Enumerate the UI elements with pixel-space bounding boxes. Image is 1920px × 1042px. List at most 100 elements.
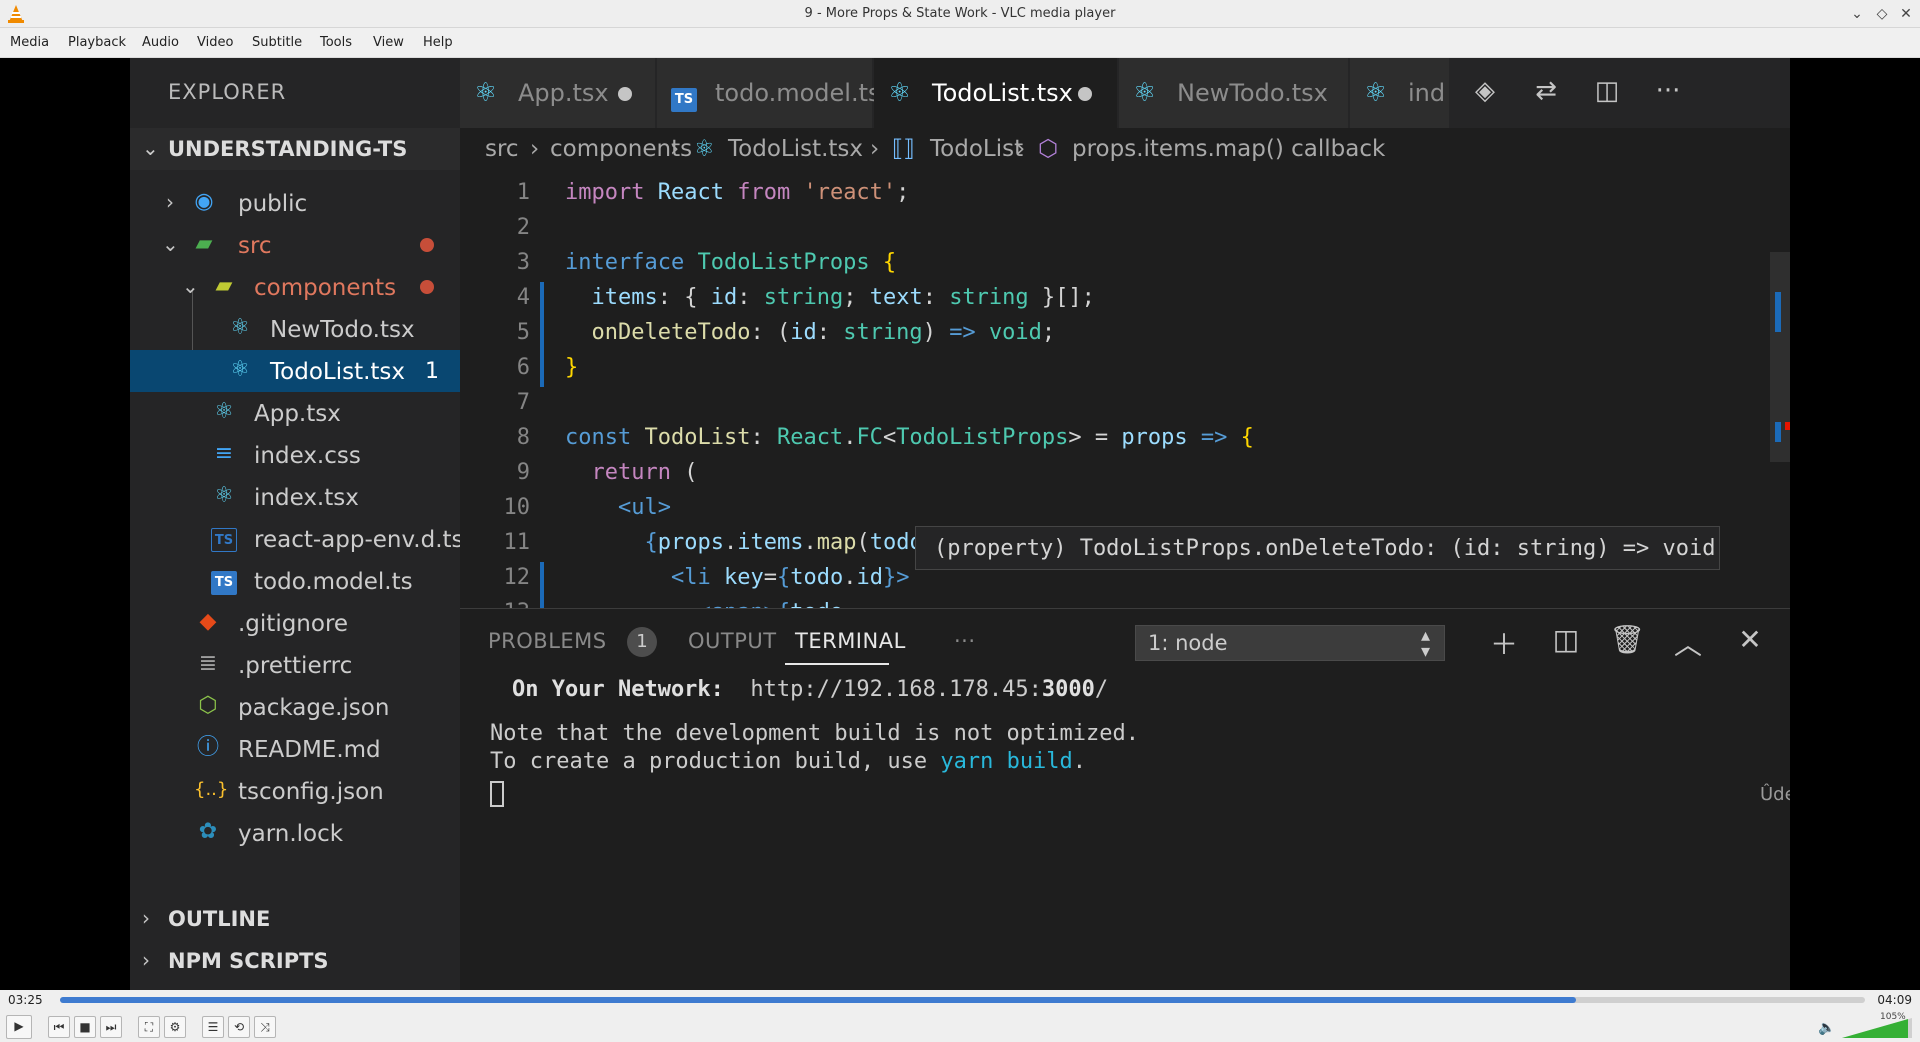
tree-item-src[interactable]: ⌄ ▰ src bbox=[130, 224, 460, 266]
close-icon[interactable]: ✕ bbox=[1896, 4, 1916, 24]
terminal-cursor bbox=[490, 781, 504, 807]
npm-scripts-section[interactable]: › NPM SCRIPTS bbox=[130, 940, 460, 982]
problems-count-badge: 1 bbox=[627, 627, 657, 657]
terminal-line-2: Note that the development build is not o… bbox=[490, 721, 1140, 746]
line-number: 5 bbox=[516, 320, 530, 345]
chevron-down-icon: ⌄ bbox=[162, 232, 179, 256]
loop-button[interactable]: ⟲ bbox=[228, 1016, 250, 1038]
volume-slider[interactable] bbox=[1842, 1018, 1912, 1038]
menu-tools[interactable]: Tools bbox=[320, 35, 352, 50]
menu-video[interactable]: Video bbox=[197, 35, 233, 50]
tree-item-todo-model[interactable]: TS todo.model.ts bbox=[130, 560, 460, 602]
line-number: 8 bbox=[516, 425, 530, 450]
video-area[interactable]: EXPLORER ⌄ UNDERSTANDING-TS › ◉ public ⌄… bbox=[0, 58, 1920, 990]
problem-count: 1 bbox=[425, 359, 439, 384]
nodejs-icon: ⬡ bbox=[198, 693, 218, 718]
chevron-right-icon: › bbox=[166, 190, 174, 214]
fullscreen-button[interactable]: ⛶ bbox=[138, 1016, 160, 1038]
ts-badge: TS bbox=[671, 88, 697, 112]
tab-output[interactable]: OUTPUT bbox=[688, 629, 777, 653]
tree-item-public[interactable]: › ◉ public bbox=[130, 182, 460, 224]
breadcrumb-callback[interactable]: props.items.map() callback bbox=[1072, 136, 1385, 162]
tree-item-yarn-lock[interactable]: ✿ yarn.lock bbox=[130, 812, 460, 854]
maximize-icon[interactable]: ◇ bbox=[1872, 4, 1892, 24]
json-icon: {..} bbox=[194, 779, 229, 800]
tree-item-newtodo[interactable]: ⚛ NewTodo.tsx bbox=[130, 308, 460, 350]
tree-label: index.css bbox=[254, 443, 361, 469]
extended-settings-button[interactable]: ⚙ bbox=[164, 1016, 186, 1038]
split-editor-icon[interactable]: ◫ bbox=[1587, 76, 1627, 106]
line-number: 9 bbox=[516, 460, 530, 485]
tree-label: package.json bbox=[238, 695, 390, 721]
breadcrumb-src[interactable]: src bbox=[485, 136, 519, 162]
open-changes-icon[interactable]: ⇄ bbox=[1526, 76, 1566, 106]
root-folder[interactable]: ⌄ UNDERSTANDING-TS bbox=[130, 128, 460, 170]
more-panels-icon[interactable]: ··· bbox=[954, 629, 976, 653]
speaker-icon[interactable]: 🔈 bbox=[1818, 1020, 1835, 1036]
split-terminal-icon[interactable]: ◫ bbox=[1546, 623, 1586, 656]
udemy-watermark: Ûdemy bbox=[1760, 784, 1790, 805]
menu-playback[interactable]: Playback bbox=[68, 35, 126, 50]
chevron-right-icon: › bbox=[142, 948, 150, 972]
menu-subtitle[interactable]: Subtitle bbox=[252, 35, 302, 50]
tab-index[interactable]: ⚛ ind bbox=[1350, 58, 1450, 128]
modified-dot[interactable] bbox=[1078, 87, 1092, 101]
menu-help[interactable]: Help bbox=[423, 35, 453, 50]
git-compare-icon[interactable]: ◈ bbox=[1465, 76, 1505, 106]
tree-item-components[interactable]: ⌄ ▰ components bbox=[130, 266, 460, 308]
code-line-1: import React from 'react'; bbox=[565, 180, 910, 205]
tab-terminal[interactable]: TERMINAL bbox=[795, 629, 906, 653]
folder-icon: ▰ bbox=[215, 273, 233, 298]
trash-icon[interactable]: 🗑 bbox=[1607, 623, 1647, 656]
minimize-icon[interactable]: ⌄ bbox=[1847, 4, 1867, 24]
total-time: 04:09 bbox=[1877, 993, 1912, 1007]
terminal-text: . bbox=[1072, 749, 1087, 774]
next-button[interactable]: ⏭ bbox=[100, 1016, 122, 1038]
tab-problems[interactable]: PROBLEMS bbox=[488, 629, 607, 653]
tab-todo-model[interactable]: TS todo.model.ts bbox=[657, 58, 881, 128]
stop-button[interactable]: ■ bbox=[74, 1016, 96, 1038]
menu-media[interactable]: Media bbox=[10, 35, 49, 50]
code-line-4: items: { id: string; text: string }[]; bbox=[591, 285, 1095, 310]
close-panel-icon[interactable]: ✕ bbox=[1730, 623, 1770, 656]
playlist-button[interactable]: ☰ bbox=[202, 1016, 224, 1038]
tree-item-readme[interactable]: ⓘ README.md bbox=[130, 728, 460, 770]
outline-section[interactable]: › OUTLINE bbox=[130, 898, 460, 940]
tree-label: .prettierrc bbox=[238, 653, 353, 679]
tree-item-react-app-env[interactable]: TS react-app-env.d.ts bbox=[130, 518, 464, 560]
git-gutter-modified bbox=[540, 282, 544, 387]
react-icon: ⚛ bbox=[1133, 78, 1157, 108]
tab-label: todo.model.ts bbox=[715, 79, 881, 107]
tree-item-prettierrc[interactable]: ≣ .prettierrc bbox=[130, 644, 460, 686]
tab-todolist[interactable]: ⚛ TodoList.tsx bbox=[874, 58, 1118, 128]
tree-item-tsconfig[interactable]: {..} tsconfig.json bbox=[130, 770, 460, 812]
more-actions-icon[interactable]: ··· bbox=[1648, 76, 1688, 106]
new-terminal-icon[interactable]: ＋ bbox=[1484, 623, 1524, 663]
breadcrumb-file[interactable]: TodoList.tsx bbox=[728, 136, 863, 162]
line-number: 4 bbox=[516, 285, 530, 310]
tree-item-gitignore[interactable]: ◆ .gitignore bbox=[130, 602, 460, 644]
breadcrumb-symbol[interactable]: TodoList bbox=[930, 136, 1023, 162]
terminal-select[interactable]: 1: node ▴ ▾ bbox=[1135, 625, 1445, 661]
tab-app-tsx[interactable]: ⚛ App.tsx bbox=[460, 58, 656, 128]
shuffle-button[interactable]: ⤨ bbox=[254, 1016, 276, 1038]
select-arrows-icon: ▴ ▾ bbox=[1420, 625, 1430, 662]
tree-item-app[interactable]: ⚛ App.tsx bbox=[130, 392, 460, 434]
network-url: http://192.168.178.45: bbox=[750, 677, 1042, 702]
modified-dot[interactable] bbox=[618, 87, 632, 101]
previous-button[interactable]: ⏮ bbox=[48, 1016, 70, 1038]
menu-audio[interactable]: Audio bbox=[142, 35, 179, 50]
tree-item-index-css[interactable]: ≡ index.css bbox=[130, 434, 460, 476]
tree-item-index-tsx[interactable]: ⚛ index.tsx bbox=[130, 476, 460, 518]
code-editor[interactable]: 1 2 3 4 5 6 7 8 9 10 11 12 13 14 15 16 1… bbox=[460, 172, 1790, 608]
tab-newtodo[interactable]: ⚛ NewTodo.tsx bbox=[1119, 58, 1349, 128]
play-button[interactable]: ▶ bbox=[6, 1015, 32, 1039]
seek-bar[interactable] bbox=[60, 997, 1865, 1003]
ts-icon: TS bbox=[210, 567, 238, 595]
chevron-up-icon[interactable]: ︿ bbox=[1668, 623, 1708, 663]
tree-item-package-json[interactable]: ⬡ package.json bbox=[130, 686, 460, 728]
line-number: 12 bbox=[503, 565, 531, 590]
menu-view[interactable]: View bbox=[373, 35, 404, 50]
menu-bar: Media Playback Audio Video Subtitle Tool… bbox=[0, 28, 1920, 58]
tree-item-todolist[interactable]: ⚛ TodoList.tsx 1 bbox=[130, 350, 460, 392]
